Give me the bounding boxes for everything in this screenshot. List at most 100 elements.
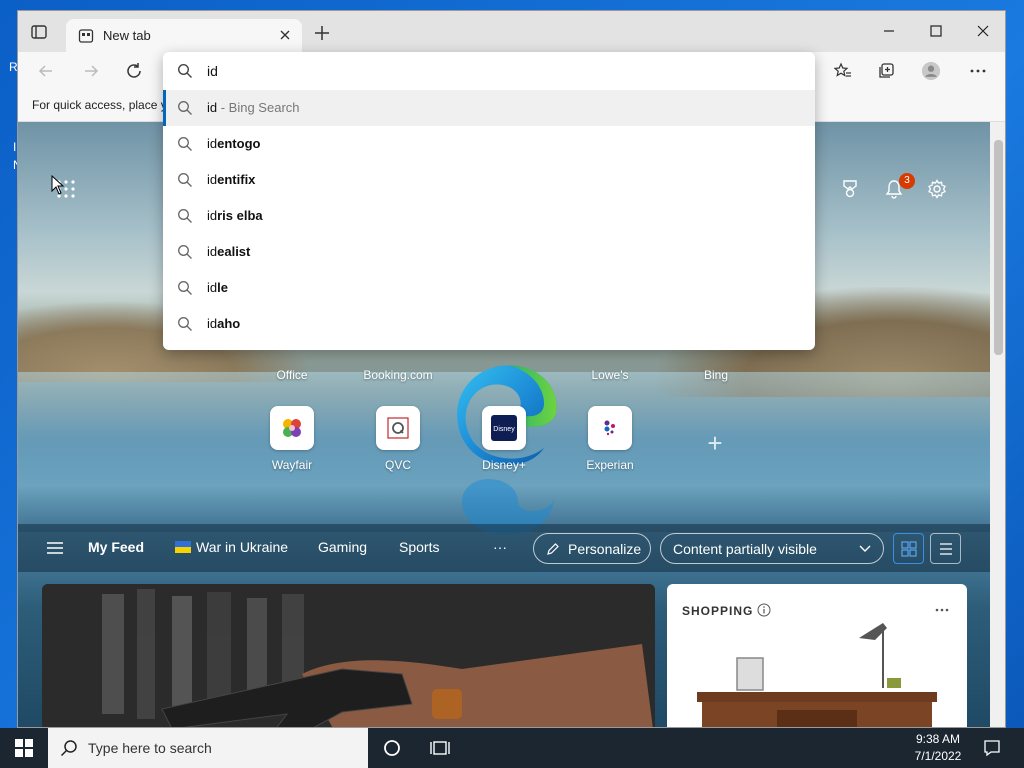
- mouse-cursor-icon: [51, 175, 65, 195]
- list-layout-button[interactable]: [930, 533, 961, 564]
- close-window-button[interactable]: [968, 19, 998, 43]
- profile-avatar[interactable]: [921, 61, 941, 81]
- svg-text:Disney: Disney: [493, 426, 515, 433]
- feed-navigation-bar: My Feed War in Ukraine Gaming Sports ···…: [18, 524, 990, 572]
- tab-war-in-ukraine[interactable]: War in Ukraine: [196, 539, 288, 555]
- system-clock[interactable]: 9:38 AM 7/1/2022: [908, 731, 968, 765]
- tab-my-feed[interactable]: My Feed: [88, 539, 144, 555]
- back-button[interactable]: [36, 61, 56, 81]
- action-center-icon[interactable]: [980, 736, 1004, 760]
- refresh-button[interactable]: [124, 61, 144, 81]
- notification-count-badge: 3: [899, 173, 915, 189]
- desktop-label-fragment: I: [13, 140, 17, 154]
- search-icon: [178, 281, 192, 295]
- taskbar: Type here to search 9:38 AM 7/1/2022: [0, 728, 1024, 768]
- favorites-bar-hint: For quick access, place y: [32, 98, 167, 112]
- suggestion-item[interactable]: idaho: [163, 306, 815, 342]
- start-button[interactable]: [0, 728, 48, 768]
- top-site-tile-disney-plus[interactable]: Disney: [482, 406, 526, 450]
- rewards-icon[interactable]: [838, 177, 862, 201]
- clock-date: 7/1/2022: [914, 749, 962, 763]
- news-image: [42, 584, 655, 727]
- cortana-icon[interactable]: [380, 736, 404, 760]
- wayfair-icon: [283, 419, 301, 437]
- suggestion-text: idris elba: [207, 208, 263, 223]
- suggestion-item[interactable]: idris elba: [163, 198, 815, 234]
- browser-window: New tab For quick access, place y 3 Offi…: [17, 10, 1006, 728]
- suggestion-item[interactable]: identogo: [163, 126, 815, 162]
- shopping-card-title: SHOPPING: [682, 604, 754, 618]
- shopping-card[interactable]: SHOPPING: [667, 584, 967, 727]
- ukraine-flag-icon: [175, 540, 191, 553]
- suggestion-text: identogo: [207, 136, 261, 151]
- close-tab-icon[interactable]: [278, 28, 292, 42]
- product-image: [697, 623, 937, 727]
- maximize-button[interactable]: [921, 19, 951, 43]
- top-site-label[interactable]: Disney+: [459, 458, 549, 472]
- grid-layout-button[interactable]: [893, 533, 924, 564]
- chevron-down-icon: [859, 545, 871, 552]
- clock-time: 9:38 AM: [915, 732, 961, 746]
- top-site-label[interactable]: Booking.com: [353, 368, 443, 382]
- more-options-icon[interactable]: [968, 61, 988, 81]
- add-site-button[interactable]: +: [700, 428, 730, 458]
- grid-layout-icon: [900, 540, 917, 557]
- suggestion-item[interactable]: idle: [163, 270, 815, 306]
- suggestion-text: idle: [207, 280, 228, 295]
- list-layout-icon: [939, 542, 952, 555]
- info-icon[interactable]: [757, 603, 771, 617]
- suggestion-text: id - Bing Search: [207, 100, 300, 115]
- top-site-label[interactable]: Experian: [565, 458, 655, 472]
- content-visibility-dropdown[interactable]: Content partially visible: [660, 533, 884, 564]
- tab-title: New tab: [103, 28, 151, 43]
- address-bar-dropdown: id - Bing Search identogo identifix idri…: [163, 52, 815, 350]
- disney-plus-icon: Disney: [491, 415, 517, 441]
- top-site-label[interactable]: Bing: [671, 368, 761, 382]
- search-icon: [178, 317, 192, 331]
- taskbar-search-box[interactable]: Type here to search: [48, 728, 368, 768]
- top-site-label[interactable]: QVC: [353, 458, 443, 472]
- feed-menu-icon[interactable]: [46, 541, 64, 560]
- hero-news-card[interactable]: [42, 584, 655, 727]
- top-site-label[interactable]: Wayfair: [247, 458, 337, 472]
- task-view-icon[interactable]: [428, 736, 452, 760]
- more-options-icon[interactable]: [935, 607, 949, 613]
- qvc-icon: [387, 417, 409, 439]
- suggestion-item[interactable]: idealist: [163, 234, 815, 270]
- pencil-icon: [547, 542, 559, 555]
- page-scrollbar[interactable]: [990, 122, 1005, 727]
- tab-strip: New tab: [18, 11, 1005, 52]
- search-icon: [60, 740, 77, 757]
- forward-button[interactable]: [81, 61, 101, 81]
- tab-actions-icon[interactable]: [30, 23, 48, 41]
- suggestion-text: identifix: [207, 172, 256, 187]
- collections-icon[interactable]: [876, 61, 896, 81]
- tab-gaming[interactable]: Gaming: [318, 539, 367, 555]
- search-icon: [178, 173, 192, 187]
- tab-new-tab[interactable]: New tab: [66, 19, 302, 52]
- search-icon: [178, 245, 192, 259]
- top-site-label[interactable]: Lowe's: [565, 368, 655, 382]
- more-topics-button[interactable]: ···: [493, 539, 507, 555]
- top-site-label[interactable]: Office: [247, 368, 337, 382]
- address-bar[interactable]: [163, 52, 815, 90]
- search-icon: [178, 101, 192, 115]
- settings-gear-icon[interactable]: [925, 177, 949, 201]
- suggestion-item[interactable]: identifix: [163, 162, 815, 198]
- top-site-tile-wayfair[interactable]: [270, 406, 314, 450]
- search-icon: [178, 137, 192, 151]
- suggestion-item[interactable]: id - Bing Search: [163, 90, 815, 126]
- windows-logo-icon: [15, 739, 33, 757]
- favorites-icon[interactable]: [833, 61, 853, 81]
- new-tab-button[interactable]: [314, 25, 330, 41]
- top-site-tile-experian[interactable]: [588, 406, 632, 450]
- top-site-tile-qvc[interactable]: [376, 406, 420, 450]
- personalize-button[interactable]: Personalize: [533, 533, 651, 564]
- search-icon: [178, 209, 192, 223]
- minimize-button[interactable]: [874, 19, 904, 43]
- search-icon: [177, 63, 192, 78]
- scrollbar-thumb[interactable]: [994, 140, 1003, 355]
- suggestion-text: idealist: [207, 244, 251, 259]
- address-input[interactable]: [207, 61, 787, 81]
- tab-sports[interactable]: Sports: [399, 539, 439, 555]
